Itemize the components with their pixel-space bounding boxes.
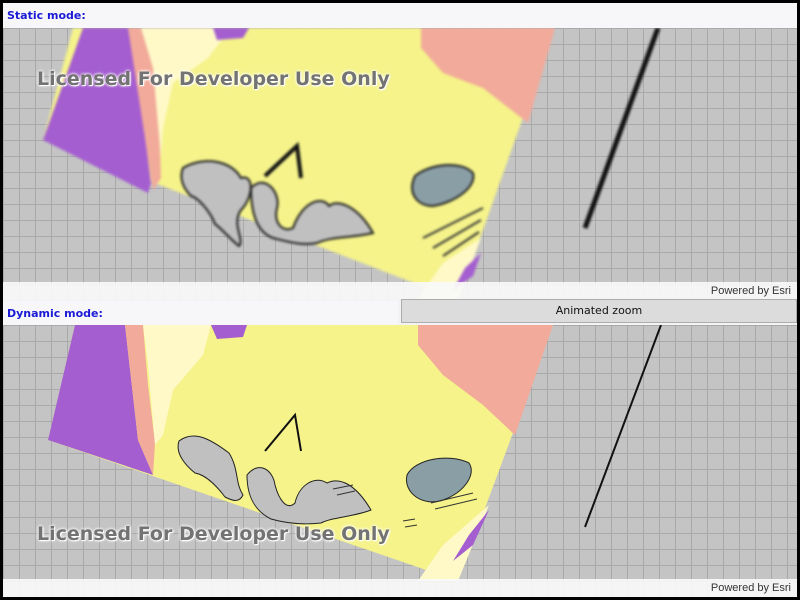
static-mode-header: Static mode: [3, 3, 797, 28]
dynamic-mode-header: Dynamic mode: [3, 301, 398, 326]
static-map-view[interactable]: Licensed For Developer Use Only Powered … [3, 28, 797, 300]
dynamic-map-layers [48, 325, 662, 581]
static-mode-label: Static mode: [7, 9, 86, 22]
dynamic-purple-top [211, 325, 247, 339]
dynamic-attribution-bar: Powered by Esri [3, 579, 797, 597]
static-watermark: Licensed For Developer Use Only [37, 68, 390, 90]
dynamic-watermark: Licensed For Developer Use Only [37, 523, 390, 545]
static-attribution: Powered by Esri [710, 285, 791, 297]
static-attribution-bar: Powered by Esri [3, 282, 797, 300]
dynamic-mode-label: Dynamic mode: [7, 307, 103, 320]
static-road-line [582, 28, 661, 229]
app-window: Static mode: Licensed For Developer Use … [3, 3, 797, 597]
dynamic-road-line [584, 325, 662, 528]
dynamic-attribution: Powered by Esri [710, 582, 791, 594]
animated-zoom-button[interactable]: Animated zoom [401, 299, 797, 323]
dynamic-map-view[interactable]: Licensed For Developer Use Only Powered … [3, 325, 797, 597]
